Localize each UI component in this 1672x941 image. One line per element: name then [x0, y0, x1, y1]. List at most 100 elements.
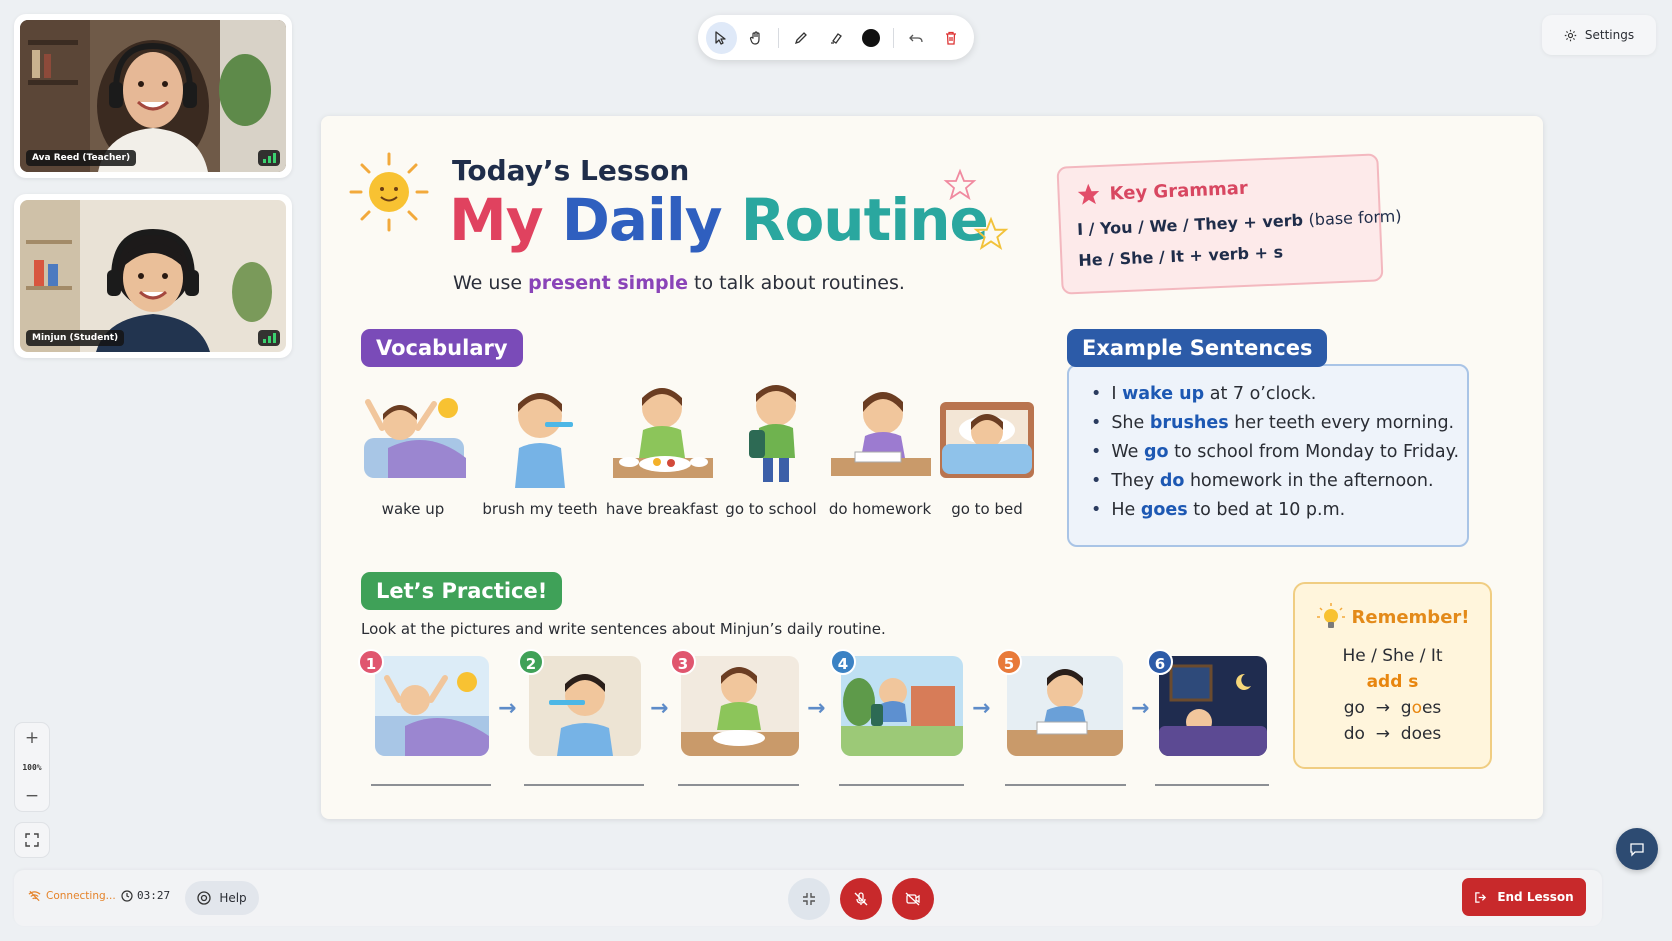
settings-label: Settings — [1584, 28, 1635, 42]
homework-illustration — [831, 392, 931, 476]
lesson-timer: 03:27 — [121, 889, 170, 902]
breakfast-illustration — [613, 388, 713, 478]
remember-example-result: does — [1400, 724, 1442, 744]
select-icon — [715, 30, 726, 45]
student-video-tile[interactable]: Minjun (Student) — [14, 194, 292, 358]
color-picker-button[interactable] — [855, 22, 886, 54]
vocab-label: brush my teeth — [482, 500, 598, 518]
go-to-school-illustration — [749, 385, 796, 482]
zoom-level: 100% — [22, 762, 42, 772]
teacher-video-tile[interactable]: Ava Reed (Teacher) — [14, 14, 292, 178]
practice-label: Let’s Practice! — [361, 572, 563, 610]
step-number-badge: 4 — [830, 649, 856, 675]
exit-fullscreen-button[interactable] — [788, 878, 830, 920]
step-number-badge: 6 — [1147, 649, 1173, 675]
practice-picture — [1159, 656, 1267, 756]
zoom-in-button[interactable]: + — [25, 729, 39, 747]
zoom-out-button[interactable]: − — [25, 787, 39, 805]
lesson-title: My Daily Routine — [449, 186, 989, 254]
grammar-rule: I / You / We / They + verb (base form) — [1077, 206, 1402, 239]
example-sentence: They do homework in the afternoon. — [1091, 471, 1447, 491]
answer-line[interactable] — [371, 784, 491, 786]
practice-picture — [841, 656, 963, 756]
end-lesson-button[interactable]: End Lesson — [1462, 878, 1586, 916]
connection-status-text: Connecting... — [46, 890, 116, 902]
sentence-part: He — [1111, 500, 1136, 520]
lesson-kicker: Today’s Lesson — [452, 154, 690, 187]
go-to-school-picture — [841, 656, 963, 756]
vocab-item: brush my teeth — [480, 378, 600, 518]
star-outline-icon — [973, 216, 1009, 251]
sentence-part: They — [1111, 471, 1155, 491]
end-lesson-label: End Lesson — [1497, 890, 1574, 904]
practice-instruction: Look at the pictures and write sentences… — [361, 620, 886, 638]
undo-button[interactable] — [901, 22, 932, 54]
homework-picture — [1007, 656, 1123, 756]
sentence-part: I — [1111, 384, 1117, 404]
step-number-badge: 2 — [518, 649, 544, 675]
example-sentences-label: Example Sentences — [1067, 329, 1328, 367]
wifi-off-icon — [28, 890, 41, 902]
go-to-bed-picture — [1159, 656, 1267, 756]
vocab-label: go to bed — [951, 500, 1023, 518]
camera-toggle-button[interactable] — [892, 878, 934, 920]
clear-board-button[interactable] — [935, 22, 966, 54]
vocab-label: go to school — [725, 500, 817, 518]
remember-example-base: go — [1343, 698, 1365, 718]
participant-name-tag: Ava Reed (Teacher) — [26, 150, 137, 166]
sun-icon — [349, 152, 429, 232]
chat-button[interactable] — [1616, 828, 1658, 870]
fit-to-screen-button[interactable] — [14, 822, 50, 858]
answer-line[interactable] — [1005, 784, 1126, 786]
undo-icon — [909, 34, 923, 42]
color-swatch — [861, 28, 880, 47]
answer-line[interactable] — [678, 784, 799, 786]
remember-title: Remember! — [1309, 602, 1476, 632]
remember-example-base: do — [1343, 724, 1365, 744]
example-sentence: She brushes her teeth every morning. — [1091, 413, 1454, 433]
vocab-item: go to bed — [927, 378, 1047, 518]
example-sentences-card: I wake up at 7 o’clock. She brushes her … — [1067, 364, 1469, 547]
remember-subject: He / She / It — [1342, 646, 1443, 666]
call-control-bar: Connecting... 03:27 Help End Lesson — [14, 870, 1602, 926]
remember-example-part: es — [1421, 698, 1442, 718]
right-arrow-icon: → — [650, 696, 669, 721]
answer-line[interactable] — [524, 784, 644, 786]
right-arrow-icon: → — [498, 696, 517, 721]
grammar-rule-note: (base form) — [1308, 206, 1402, 230]
help-button[interactable]: Help — [185, 881, 259, 915]
chat-icon — [1630, 843, 1644, 857]
answer-line[interactable] — [1155, 784, 1269, 786]
title-word: Daily — [561, 186, 723, 254]
settings-button[interactable]: Settings — [1542, 15, 1656, 55]
pencil-tool-button[interactable] — [786, 22, 817, 54]
brush-teeth-illustration — [515, 393, 573, 488]
subtitle-text: to talk about routines. — [694, 272, 905, 294]
answer-line[interactable] — [839, 784, 964, 786]
grammar-rule: He / She / It + verb + s — [1078, 242, 1284, 270]
lesson-subtitle: We use present simple to talk about rout… — [453, 272, 905, 294]
right-arrow-icon: → — [807, 696, 826, 721]
remember-example: go → goes — [1309, 698, 1476, 718]
expand-icon — [25, 833, 39, 847]
sentence-part: We — [1111, 442, 1139, 462]
step-number-badge: 1 — [358, 649, 384, 675]
lightbulb-icon — [1316, 603, 1345, 628]
right-arrow-icon: → — [972, 696, 991, 721]
hand-icon — [749, 30, 760, 45]
star-outline-icon — [943, 168, 977, 201]
highlighter-tool-button[interactable] — [821, 22, 852, 54]
step-number-badge: 3 — [670, 649, 696, 675]
highlighter-icon — [830, 32, 842, 44]
sentence-part: to bed at 10 p.m. — [1193, 500, 1346, 520]
lesson-slide[interactable]: Today’s Lesson My Daily Routine We use p… — [321, 116, 1543, 819]
hand-tool-button[interactable] — [741, 22, 772, 54]
gear-icon — [1564, 29, 1577, 41]
sentence-verb: brushes — [1149, 413, 1229, 433]
practice-picture — [1007, 656, 1123, 756]
practice-picture — [375, 656, 489, 756]
mute-microphone-button[interactable] — [840, 878, 882, 920]
select-tool-button[interactable] — [706, 21, 737, 54]
toolbar-divider — [892, 27, 894, 48]
exit-icon — [1475, 891, 1487, 903]
